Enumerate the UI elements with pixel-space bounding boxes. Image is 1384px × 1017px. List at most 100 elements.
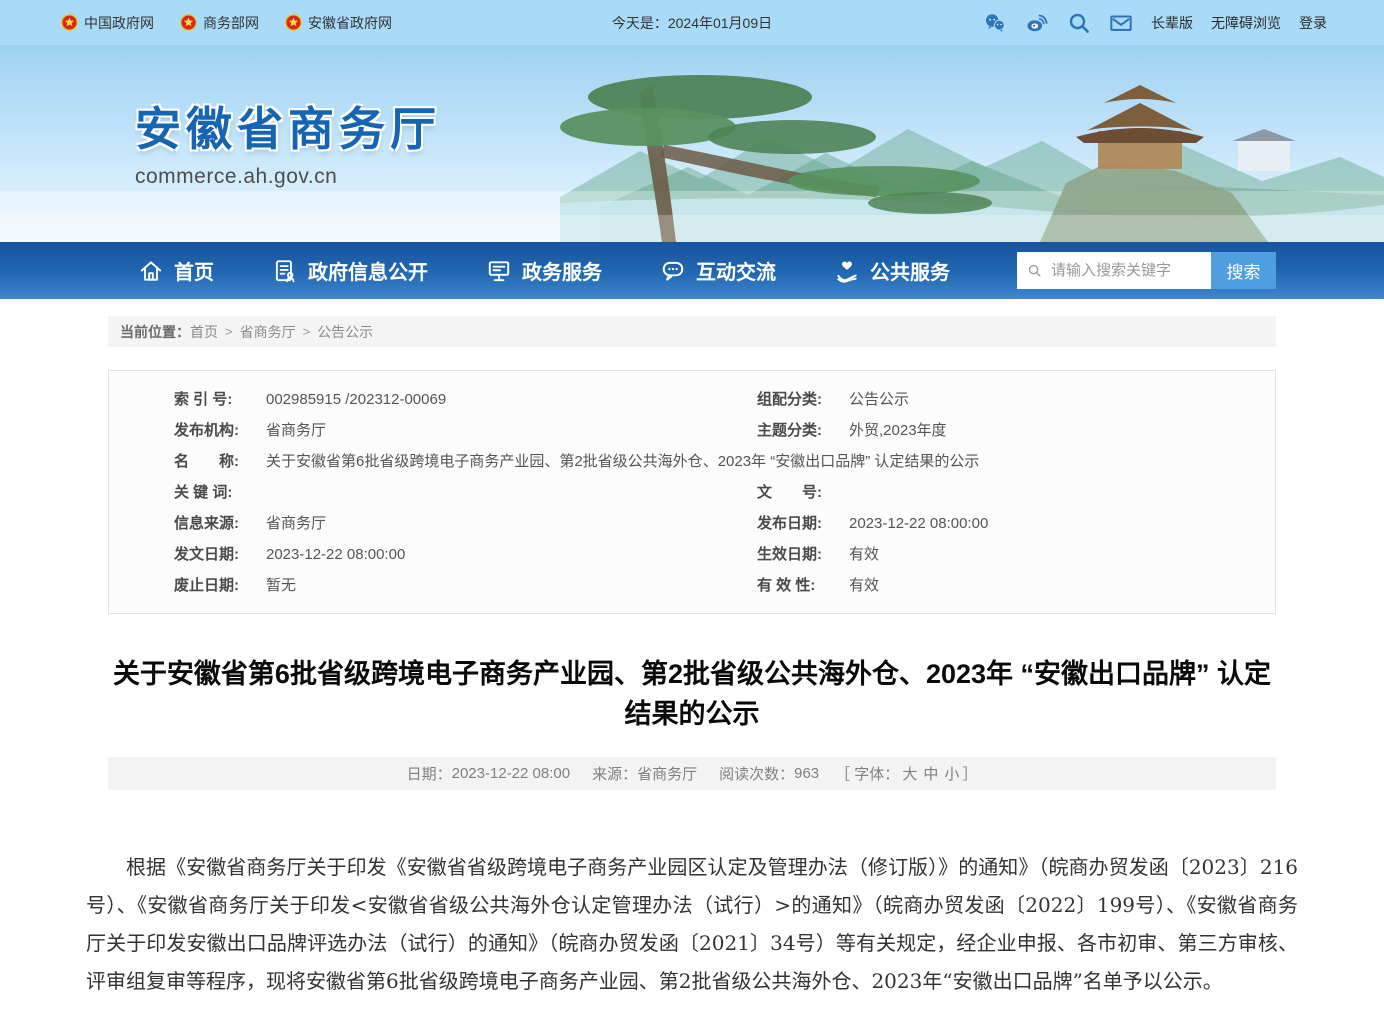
link-mofcom[interactable]: 商务部网 xyxy=(180,13,259,33)
meta-row: 信息来源: 省商务厅 发布日期: 2023-12-22 08:00:00 xyxy=(109,508,1275,539)
meta-value-publish-date: 2023-12-22 08:00:00 xyxy=(849,513,988,534)
source-value: 省商务厅 xyxy=(637,763,697,784)
site-logo[interactable]: 安徽省商务厅 commerce.ah.gov.cn xyxy=(135,93,441,189)
date-label: 日期： xyxy=(407,763,452,784)
home-icon xyxy=(138,258,164,284)
font-size-prefix: ［ 字体： xyxy=(835,763,899,784)
article-title: 关于安徽省第6批省级跨境电子商务产业园、第2批省级公共海外仓、2023年 “安徽… xyxy=(108,654,1276,734)
views-value: 963 xyxy=(794,765,819,782)
meta-label-validity: 有 效 性: xyxy=(757,575,839,596)
article-paragraph: 根据《安徽省商务厅关于印发《安徽省省级跨境电子商务产业园区认定及管理办法（修订版… xyxy=(86,848,1298,1000)
font-size-large-button[interactable]: 大 xyxy=(902,763,917,784)
magnifier-icon xyxy=(1027,261,1042,280)
breadcrumb-separator: > xyxy=(303,324,311,339)
search-input-box xyxy=(1017,252,1211,289)
meta-label-topic: 主题分类: xyxy=(757,420,839,441)
breadcrumb-notices[interactable]: 公告公示 xyxy=(317,322,373,342)
monitor-icon xyxy=(486,258,512,284)
login-link[interactable]: 登录 xyxy=(1299,13,1327,33)
breadcrumb-separator: > xyxy=(225,324,233,339)
nav-label: 互动交流 xyxy=(696,256,776,285)
meta-label-issue-date: 发文日期: xyxy=(174,544,256,565)
meta-row: 索 引 号: 002985915 /202312-00069 组配分类: 公告公示 xyxy=(109,384,1275,415)
meta-label-repeal-date: 废止日期: xyxy=(174,575,256,596)
meta-value-validity: 有效 xyxy=(849,575,879,596)
top-utility-bar: 中国政府网 商务部网 安徽省政府网 今天是：2024年01月09日 xyxy=(0,0,1384,45)
font-size-suffix: ］ xyxy=(962,763,977,784)
font-size-medium-button[interactable]: 中 xyxy=(923,763,938,784)
site-link-label: 商务部网 xyxy=(203,13,259,33)
meta-row: 废止日期: 暂无 有 效 性: 有效 xyxy=(109,570,1275,601)
article-body: 根据《安徽省商务厅关于印发《安徽省省级跨境电子商务产业园区认定及管理办法（修订版… xyxy=(86,848,1298,1000)
gov-info-icon xyxy=(272,258,298,284)
meta-row: 发文日期: 2023-12-22 08:00:00 生效日期: 有效 xyxy=(109,539,1275,570)
breadcrumb: 当前位置： 首页 > 省商务厅 > 公告公示 xyxy=(108,316,1276,347)
link-anhui-gov[interactable]: 安徽省政府网 xyxy=(285,13,392,33)
nav-label: 政府信息公开 xyxy=(308,256,428,285)
meta-value-name: 关于安徽省第6批省级跨境电子商务产业园、第2批省级公共海外仓、2023年 “安徽… xyxy=(266,451,979,472)
breadcrumb-home[interactable]: 首页 xyxy=(190,322,218,342)
link-china-gov[interactable]: 中国政府网 xyxy=(61,13,154,33)
nav-item-public-service[interactable]: 公共服务 xyxy=(834,256,950,285)
search-button[interactable]: 搜索 xyxy=(1211,252,1276,289)
mail-icon[interactable] xyxy=(1109,11,1133,35)
nav-item-gov-info[interactable]: 政府信息公开 xyxy=(272,256,428,285)
meta-label-issuer: 发布机构: xyxy=(174,420,256,441)
search-icon[interactable] xyxy=(1067,11,1091,35)
nav-label: 政务服务 xyxy=(522,256,602,285)
article-info-bar: 日期：2023-12-22 08:00 来源：省商务厅 阅读次数：963 ［ 字… xyxy=(108,757,1276,790)
meta-label-category: 组配分类: xyxy=(757,389,839,410)
national-emblem-icon xyxy=(180,14,197,31)
font-size-small-button[interactable]: 小 xyxy=(944,763,959,784)
accessibility-link[interactable]: 无障碍浏览 xyxy=(1211,13,1281,33)
breadcrumb-label: 当前位置： xyxy=(120,322,190,342)
weibo-icon[interactable] xyxy=(1025,11,1049,35)
chat-icon xyxy=(660,258,686,284)
meta-label-index-no: 索 引 号: xyxy=(174,389,256,410)
site-banner: 安徽省商务厅 commerce.ah.gov.cn xyxy=(0,45,1384,242)
search-input[interactable] xyxy=(1049,261,1203,280)
site-link-label: 安徽省政府网 xyxy=(308,13,392,33)
site-search: 搜索 xyxy=(1017,252,1276,289)
meta-value-repeal-date: 暂无 xyxy=(266,575,296,596)
nav-label: 首页 xyxy=(174,256,214,285)
meta-value-effective-date: 有效 xyxy=(849,544,879,565)
meta-value-source: 省商务厅 xyxy=(266,513,326,534)
national-emblem-icon xyxy=(285,14,302,31)
meta-row-name: 名 称: 关于安徽省第6批省级跨境电子商务产业园、第2批省级公共海外仓、2023年… xyxy=(109,446,1275,477)
nav-item-services[interactable]: 政务服务 xyxy=(486,256,602,285)
hand-heart-icon xyxy=(834,258,860,284)
wechat-icon[interactable] xyxy=(983,11,1007,35)
meta-value-issue-date: 2023-12-22 08:00:00 xyxy=(266,544,405,565)
meta-label-publish-date: 发布日期: xyxy=(757,513,839,534)
site-link-label: 中国政府网 xyxy=(84,13,154,33)
elder-version-link[interactable]: 长辈版 xyxy=(1151,13,1193,33)
document-metadata-table: 索 引 号:002985915 /202312-00069 组配分类:公告公示 … xyxy=(108,370,1276,614)
breadcrumb-department[interactable]: 省商务厅 xyxy=(240,322,296,342)
meta-label-source: 信息来源: xyxy=(174,513,256,534)
source-label: 来源： xyxy=(592,763,637,784)
topbar-tools: 长辈版 无障碍浏览 登录 xyxy=(772,11,1327,35)
gov-site-links: 中国政府网 商务部网 安徽省政府网 xyxy=(57,13,612,33)
meta-label-name: 名 称: xyxy=(174,451,256,472)
main-navigation: 首页 政府信息公开 政务服务 互动交流 公共服务 xyxy=(0,242,1384,299)
site-name: 安徽省商务厅 xyxy=(135,93,441,159)
nav-item-home[interactable]: 首页 xyxy=(138,256,214,285)
meta-row: 发布机构: 省商务厅 主题分类: 外贸,2023年度 xyxy=(109,415,1275,446)
nav-label: 公共服务 xyxy=(870,256,950,285)
national-emblem-icon xyxy=(61,14,78,31)
site-domain: commerce.ah.gov.cn xyxy=(135,165,441,189)
meta-value-category: 公告公示 xyxy=(849,389,909,410)
meta-value-topic: 外贸,2023年度 xyxy=(849,420,947,441)
date-value: 2023-12-22 08:00 xyxy=(452,765,570,782)
meta-label-keywords: 关 键 词: xyxy=(174,482,256,503)
meta-value-index-no: 002985915 /202312-00069 xyxy=(266,389,446,410)
meta-row: 关 键 词: 文 号: xyxy=(109,477,1275,508)
views-label: 阅读次数： xyxy=(719,763,794,784)
meta-label-effective-date: 生效日期: xyxy=(757,544,839,565)
current-date-text: 今天是：2024年01月09日 xyxy=(612,13,772,33)
page: 中国政府网 商务部网 安徽省政府网 今天是：2024年01月09日 xyxy=(0,0,1384,1014)
nav-item-interaction[interactable]: 互动交流 xyxy=(660,256,776,285)
meta-label-doc-no: 文 号: xyxy=(757,482,839,503)
meta-value-issuer: 省商务厅 xyxy=(266,420,326,441)
